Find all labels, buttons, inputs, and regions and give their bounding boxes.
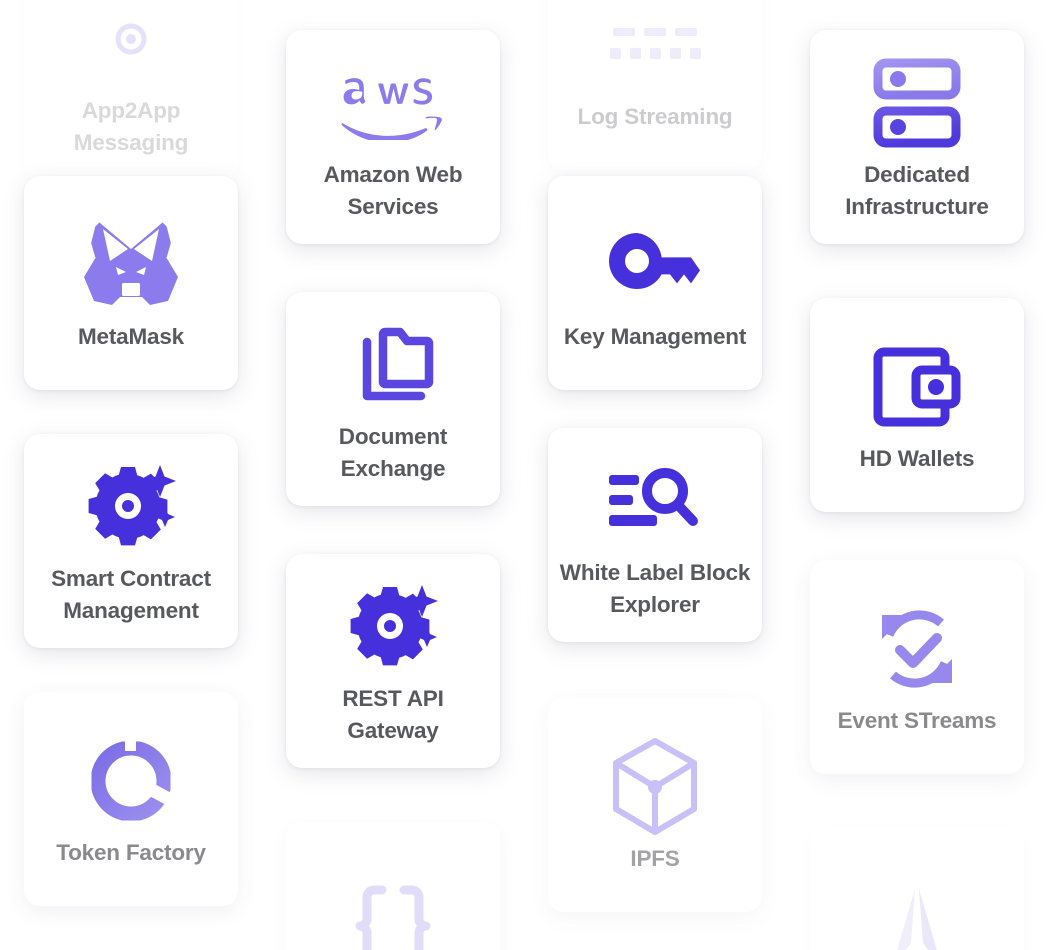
- cube-icon: [608, 735, 702, 839]
- service-card-grid: App2App Messaging MetaMask Smart Contrac…: [0, 0, 1048, 950]
- card-app2app-messaging[interactable]: App2App Messaging: [24, 0, 238, 180]
- card-json-braces[interactable]: [286, 822, 500, 950]
- folder-copy-icon: [345, 313, 441, 417]
- app2app-messaging-icon: [106, 0, 156, 91]
- card-document-exchange[interactable]: Document Exchange: [286, 292, 500, 506]
- wallet-icon: [870, 335, 964, 439]
- log-streaming-icon: [603, 0, 707, 97]
- card-chevron-logo[interactable]: [810, 826, 1024, 950]
- card-white-label-block-explorer[interactable]: White Label Block Explorer: [548, 428, 762, 642]
- card-label: Event STreams: [837, 708, 997, 734]
- card-label: MetaMask: [78, 324, 184, 350]
- card-label: App2App Messaging: [73, 98, 189, 155]
- aws-logo-icon: [334, 51, 452, 155]
- server-rack-icon: [872, 51, 962, 155]
- card-event-streams[interactable]: Event STreams: [810, 560, 1024, 774]
- card-label: REST API Gateway: [342, 686, 444, 743]
- card-log-streaming[interactable]: Log Streaming: [548, 0, 762, 170]
- card-label: Key Management: [563, 324, 747, 350]
- metamask-fox-icon: [72, 213, 190, 317]
- card-rest-api-gateway[interactable]: REST API Gateway: [286, 554, 500, 768]
- card-label: Document Exchange: [338, 424, 448, 481]
- card-label: Token Factory: [56, 840, 206, 866]
- card-label: Smart Contract Management: [51, 566, 211, 623]
- card-label: HD Wallets: [859, 446, 975, 472]
- curly-braces-icon: [347, 875, 439, 950]
- card-dedicated-infrastructure[interactable]: Dedicated Infrastructure: [810, 30, 1024, 244]
- gear-sparkle-icon: [83, 455, 179, 559]
- card-token-factory[interactable]: Token Factory: [24, 692, 238, 906]
- card-label: Dedicated Infrastructure: [845, 162, 989, 219]
- card-ipfs[interactable]: IPFS: [548, 698, 762, 912]
- list-search-icon: [605, 449, 705, 553]
- card-label: IPFS: [630, 846, 680, 872]
- key-icon: [603, 213, 707, 317]
- card-hd-wallets[interactable]: HD Wallets: [810, 298, 1024, 512]
- card-key-management[interactable]: Key Management: [548, 176, 762, 390]
- card-label: Amazon Web Services: [323, 162, 463, 219]
- sync-check-icon: [869, 597, 965, 701]
- chevron-peak-icon: [871, 879, 963, 950]
- card-metamask[interactable]: MetaMask: [24, 176, 238, 390]
- gear-sparkle-icon: [345, 575, 441, 679]
- card-label: White Label Block Explorer: [559, 560, 751, 617]
- card-label: Log Streaming: [577, 104, 733, 130]
- card-smart-contract-management[interactable]: Smart Contract Management: [24, 434, 238, 648]
- card-amazon-web-services[interactable]: Amazon Web Services: [286, 30, 500, 244]
- token-ring-icon: [83, 729, 179, 833]
